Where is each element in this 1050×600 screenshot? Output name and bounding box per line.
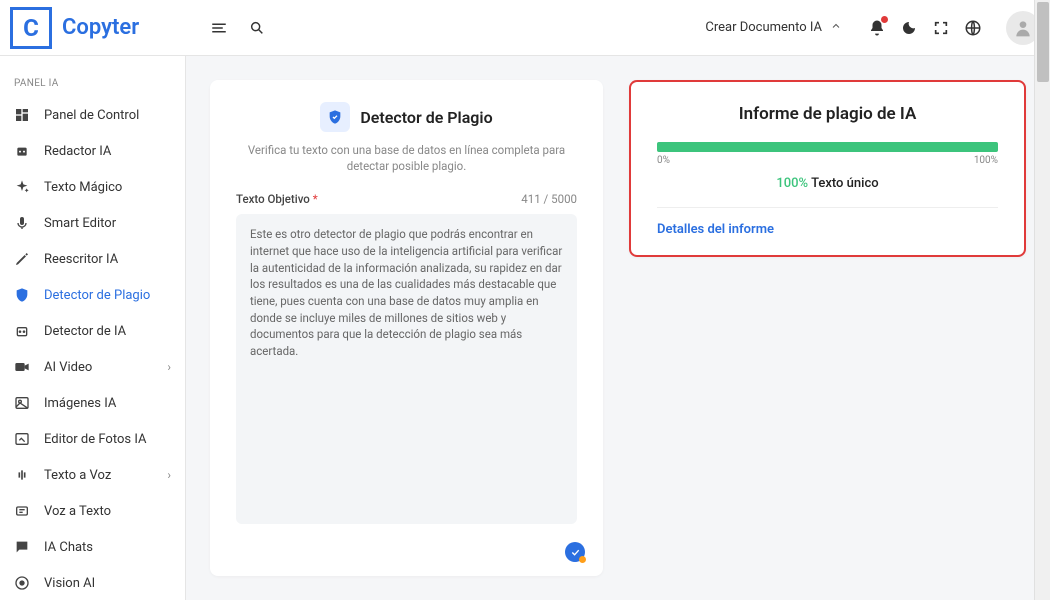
- sidebar-item-reescritor-ia[interactable]: Reescritor IA: [0, 241, 185, 277]
- dark-mode-icon[interactable]: [900, 19, 918, 37]
- sidebar-item-label: Texto Mágico: [44, 180, 122, 195]
- sidebar-item-label: Vision AI: [44, 576, 95, 591]
- sidebar-item-imagenes-ia[interactable]: Imágenes IA: [0, 385, 185, 421]
- sidebar-item-label: AI Video: [44, 360, 92, 375]
- photo-edit-icon: [14, 431, 30, 447]
- eye-icon: [14, 575, 30, 591]
- content-area: Detector de Plagio Verifica tu texto con…: [186, 56, 1050, 600]
- language-icon[interactable]: [964, 19, 982, 37]
- verified-badge-icon[interactable]: [565, 542, 585, 562]
- mic-icon: [14, 215, 30, 231]
- sidebar-item-label: Detector de Plagio: [44, 288, 150, 303]
- chevron-right-icon: ›: [167, 468, 171, 482]
- chevron-up-icon: [830, 20, 842, 36]
- create-document-dropdown[interactable]: Crear Documento IA: [705, 20, 854, 36]
- sidebar-item-label: Redactor IA: [44, 144, 111, 159]
- header: C Copyter Crear Documento IA: [0, 0, 1050, 56]
- target-text-label: Texto Objetivo: [236, 192, 310, 206]
- sidebar-item-label: Smart Editor: [44, 216, 116, 231]
- pen-icon: [14, 251, 30, 267]
- chat-icon: [14, 539, 30, 555]
- sidebar-item-texto-magico[interactable]: Texto Mágico: [0, 169, 185, 205]
- sidebar-item-smart-editor[interactable]: Smart Editor: [0, 205, 185, 241]
- chevron-right-icon: ›: [167, 360, 171, 374]
- sidebar-item-label: Voz a Texto: [44, 504, 111, 519]
- logo-mark: C: [10, 7, 52, 49]
- sidebar-item-voz-a-texto[interactable]: Voz a Texto: [0, 493, 185, 529]
- detector-card: Detector de Plagio Verifica tu texto con…: [210, 80, 603, 576]
- sidebar: PANEL IA Panel de Control Redactor IA Te…: [0, 56, 186, 600]
- target-text-input[interactable]: [236, 214, 577, 524]
- create-document-label: Crear Documento IA: [705, 20, 822, 35]
- notifications-icon[interactable]: [868, 19, 886, 37]
- unique-percent: 100%: [776, 176, 808, 191]
- report-details-link[interactable]: Detalles del informe: [657, 222, 998, 237]
- sidebar-section-label: PANEL IA: [0, 70, 185, 97]
- brand-name: Copyter: [62, 15, 139, 40]
- notification-dot: [881, 16, 888, 23]
- unique-text: Texto único: [811, 176, 879, 191]
- sidebar-item-detector-de-ia[interactable]: Detector de IA: [0, 313, 185, 349]
- progress-max: 100%: [974, 155, 998, 166]
- sidebar-item-editor-fotos-ia[interactable]: Editor de Fotos IA: [0, 421, 185, 457]
- robot-icon: [14, 143, 30, 159]
- sidebar-item-label: Imágenes IA: [44, 396, 116, 411]
- video-icon: [14, 359, 30, 375]
- fullscreen-icon[interactable]: [932, 19, 950, 37]
- char-counter: 411 / 5000: [521, 192, 577, 206]
- report-title: Informe de plagio de IA: [657, 104, 998, 124]
- sidebar-item-redactor-ia[interactable]: Redactor IA: [0, 133, 185, 169]
- sidebar-item-ai-video[interactable]: AI Video ›: [0, 349, 185, 385]
- logo[interactable]: C Copyter: [0, 7, 186, 49]
- sidebar-item-ia-chats[interactable]: IA Chats: [0, 529, 185, 565]
- sidebar-item-label: Detector de IA: [44, 324, 126, 339]
- progress-fill: [657, 142, 998, 152]
- detector-title: Detector de Plagio: [360, 108, 492, 127]
- detector-subtitle: Verifica tu texto con una base de datos …: [247, 142, 567, 174]
- robot-detect-icon: [14, 323, 30, 339]
- sidebar-item-label: Editor de Fotos IA: [44, 432, 146, 447]
- sidebar-item-label: IA Chats: [44, 540, 93, 555]
- sidebar-item-label: Panel de Control: [44, 108, 139, 123]
- sidebar-item-texto-a-voz[interactable]: Texto a Voz ›: [0, 457, 185, 493]
- dashboard-icon: [14, 107, 30, 123]
- sidebar-item-label: Reescritor IA: [44, 252, 118, 267]
- logo-letter: C: [23, 14, 39, 42]
- sparkle-icon: [14, 179, 30, 195]
- search-icon[interactable]: [248, 19, 266, 37]
- sidebar-item-label: Texto a Voz: [44, 468, 111, 483]
- voice-to-text-icon: [14, 503, 30, 519]
- menu-toggle-icon[interactable]: [210, 19, 228, 37]
- required-mark: *: [313, 192, 318, 206]
- scroll-thumb[interactable]: [1037, 2, 1049, 82]
- progress-bar: 0% 100%: [657, 142, 998, 166]
- scrollbar[interactable]: [1034, 0, 1050, 600]
- soundwave-icon: [14, 467, 30, 483]
- sidebar-item-panel-de-control[interactable]: Panel de Control: [0, 97, 185, 133]
- report-card: Informe de plagio de IA 0% 100% 100% Tex…: [629, 80, 1026, 257]
- image-icon: [14, 395, 30, 411]
- shield-badge-icon: [320, 102, 350, 132]
- divider: [657, 207, 998, 208]
- progress-min: 0%: [657, 155, 670, 166]
- sidebar-item-vision-ai[interactable]: Vision AI: [0, 565, 185, 600]
- shield-icon: [14, 287, 30, 303]
- sidebar-item-detector-de-plagio[interactable]: Detector de Plagio: [0, 277, 185, 313]
